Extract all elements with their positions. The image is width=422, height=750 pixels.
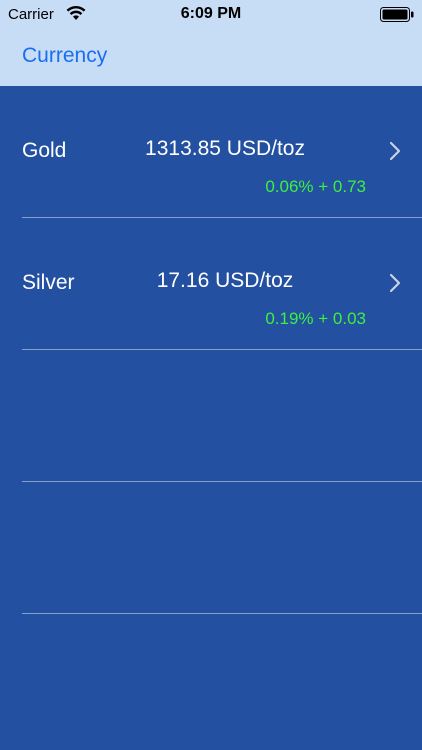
currency-list: Gold 1313.85 USD/toz 0.06% + 0.73 Silver… — [0, 86, 422, 614]
row-divider — [22, 613, 422, 614]
chevron-right-icon — [389, 273, 401, 293]
list-item-gold[interactable]: Gold 1313.85 USD/toz 0.06% + 0.73 — [0, 86, 422, 218]
list-item-empty — [0, 482, 422, 614]
commodity-price: 1313.85 USD/toz — [145, 137, 305, 160]
commodity-name: Gold — [22, 139, 67, 162]
price-change: 0.06% + 0.73 — [265, 177, 366, 196]
price-change: 0.19% + 0.03 — [265, 309, 366, 328]
list-item-silver[interactable]: Silver 17.16 USD/toz 0.19% + 0.03 — [0, 218, 422, 350]
nav-bar: Currency — [0, 30, 422, 86]
chevron-right-icon — [389, 141, 401, 161]
battery-icon — [380, 7, 414, 22]
nav-title: Currency — [22, 44, 108, 67]
commodity-name: Silver — [22, 271, 75, 294]
status-time: 6:09 PM — [180, 5, 242, 22]
list-item-empty — [0, 350, 422, 482]
status-bar: Carrier 6:09 PM — [0, 0, 422, 30]
commodity-price: 17.16 USD/toz — [156, 269, 294, 292]
